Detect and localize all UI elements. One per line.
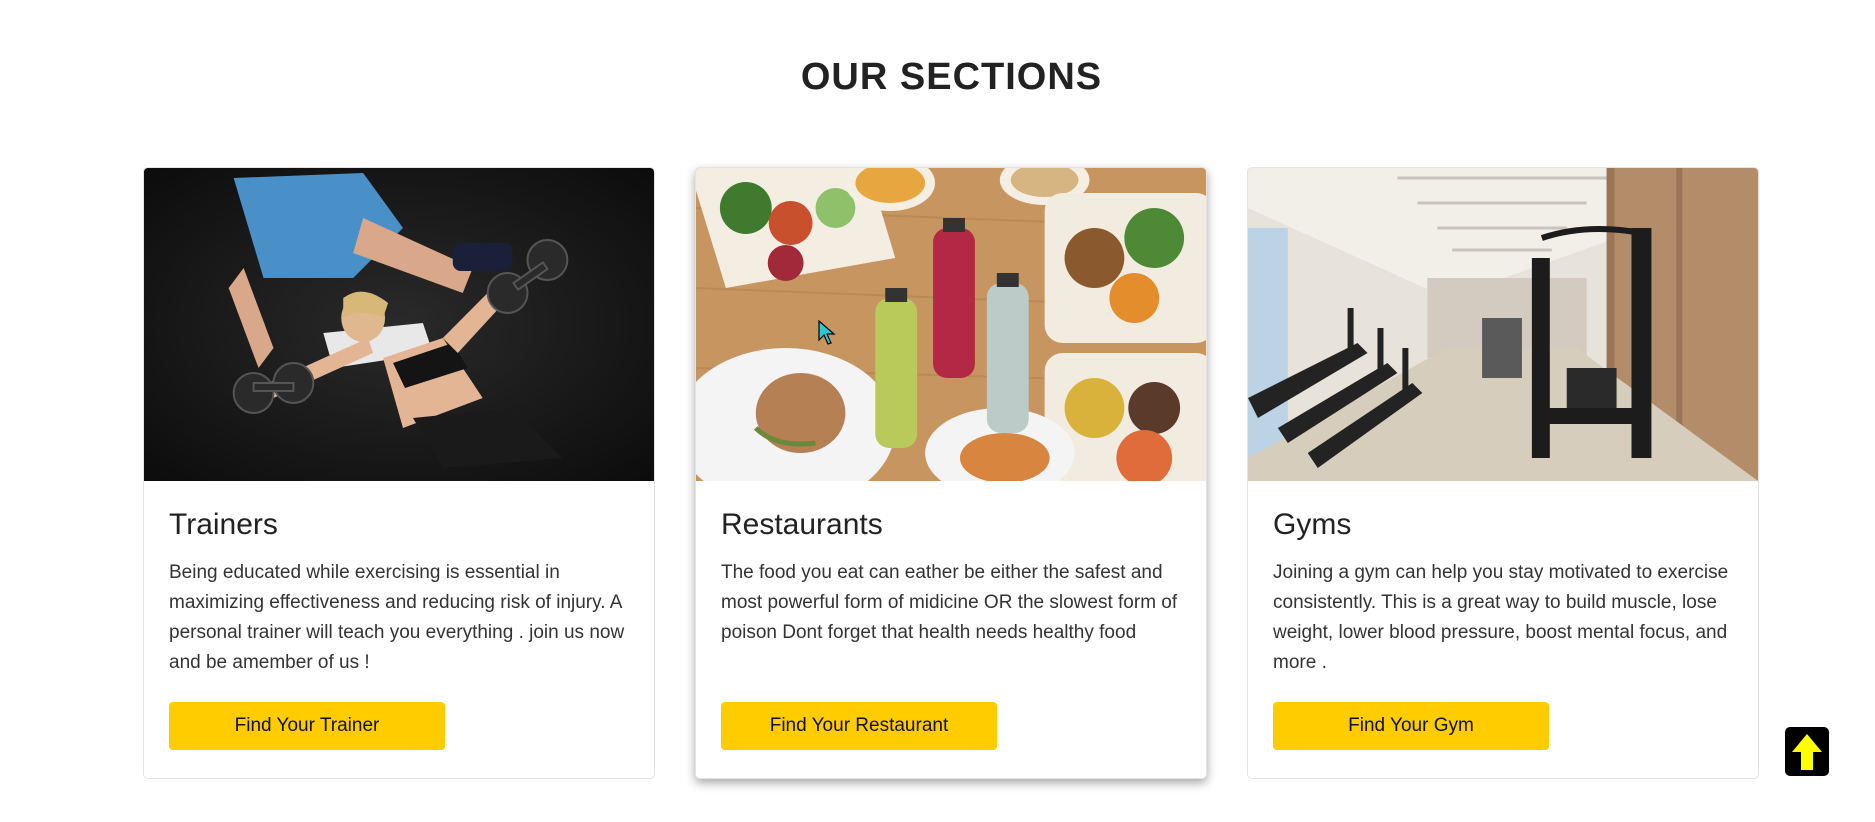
card-description: Being educated while exercising is essen…	[169, 562, 625, 673]
scroll-top-button[interactable]	[1785, 727, 1829, 776]
find-gym-button[interactable]: Find Your Gym	[1273, 702, 1549, 750]
find-trainer-button[interactable]: Find Your Trainer	[169, 702, 445, 750]
page: OUR SECTIONS Trainers Being educated whi…	[0, 0, 1875, 822]
card-title: Gyms	[1273, 508, 1352, 541]
find-restaurant-button[interactable]: Find Your Restaurant	[721, 702, 997, 750]
trainer-image	[144, 168, 654, 481]
card-restaurants: Restaurants The food you eat can eather …	[695, 167, 1207, 779]
card-description: Joining a gym can help you stay motivate…	[1273, 562, 1729, 673]
arrow-up-icon	[1792, 733, 1822, 770]
food-image	[696, 168, 1206, 481]
section-title: OUR SECTIONS	[800, 56, 1103, 98]
card-title: Trainers	[169, 508, 278, 541]
mouse-cursor-icon	[818, 320, 836, 345]
gym-image	[1248, 168, 1758, 481]
card-trainers: Trainers Being educated while exercising…	[143, 167, 655, 779]
card-title: Restaurants	[721, 508, 883, 541]
card-gyms: Gyms Joining a gym can help you stay mot…	[1247, 167, 1759, 779]
card-description: The food you eat can eather be either th…	[721, 562, 1178, 643]
